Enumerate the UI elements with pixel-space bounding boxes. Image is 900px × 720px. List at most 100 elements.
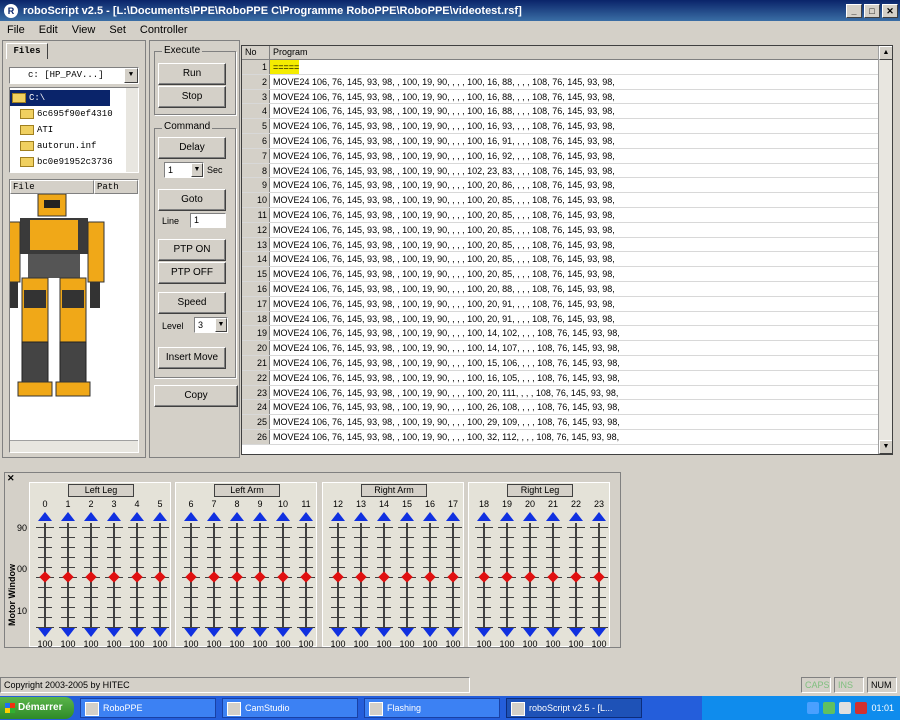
arrow-up-icon[interactable]: [446, 512, 460, 521]
arrow-down-icon[interactable]: [354, 628, 368, 637]
grid-scrollbar[interactable]: ▲ ▼: [878, 46, 892, 454]
table-row[interactable]: 3 MOVE24 106, 76, 145, 93, 98, , 100, 19,…: [242, 89, 892, 105]
arrow-down-icon[interactable]: [230, 628, 244, 637]
path-column-header[interactable]: Path: [94, 180, 138, 194]
chevron-down-icon[interactable]: ▼: [124, 68, 138, 83]
file-column-header[interactable]: File: [10, 180, 94, 194]
arrow-down-icon[interactable]: [38, 628, 52, 637]
tree-item-root[interactable]: C:\: [10, 90, 110, 106]
tray-icon[interactable]: [855, 702, 868, 714]
task-flashing[interactable]: Flashing: [364, 698, 500, 718]
servo-slider[interactable]: 8 100: [226, 499, 248, 649]
program-column-header[interactable]: Program: [270, 46, 892, 59]
arrow-up-icon[interactable]: [184, 512, 198, 521]
servo-slider[interactable]: 1 100: [57, 499, 79, 649]
delay-button[interactable]: Delay: [158, 137, 226, 159]
program-cell[interactable]: MOVE24 106, 76, 145, 93, 98, , 100, 19, …: [270, 341, 620, 355]
arrow-up-icon[interactable]: [130, 512, 144, 521]
slider-knob[interactable]: [569, 573, 583, 583]
arrow-up-icon[interactable]: [592, 512, 606, 521]
goto-button[interactable]: Goto: [158, 189, 226, 211]
arrow-up-icon[interactable]: [107, 512, 121, 521]
arrow-down-icon[interactable]: [276, 628, 290, 637]
program-cell[interactable]: MOVE24 106, 76, 145, 93, 98, , 100, 19, …: [270, 371, 620, 385]
menu-file[interactable]: File: [0, 24, 32, 36]
table-row[interactable]: 1 =====: [242, 60, 892, 75]
table-row[interactable]: 12 MOVE24 106, 76, 145, 93, 98, , 100, 19…: [242, 222, 892, 238]
arrow-up-icon[interactable]: [253, 512, 267, 521]
arrow-down-icon[interactable]: [130, 628, 144, 637]
slider-knob[interactable]: [299, 573, 313, 583]
slider-knob[interactable]: [500, 573, 514, 583]
table-row[interactable]: 22 MOVE24 106, 76, 145, 93, 98, , 100, 19…: [242, 370, 892, 386]
tree-item[interactable]: ATI: [10, 122, 138, 138]
tree-item[interactable]: autorun.inf: [10, 138, 138, 154]
close-button[interactable]: ✕: [882, 3, 898, 18]
slider-knob[interactable]: [523, 573, 537, 583]
file-list-scrollbar[interactable]: [10, 440, 138, 452]
slider-knob[interactable]: [130, 573, 144, 583]
table-row[interactable]: 7 MOVE24 106, 76, 145, 93, 98, , 100, 19,…: [242, 148, 892, 164]
arrow-down-icon[interactable]: [107, 628, 121, 637]
slider-knob[interactable]: [331, 573, 345, 583]
tray-icon[interactable]: [807, 702, 820, 714]
program-cell[interactable]: MOVE24 106, 76, 145, 93, 98, , 100, 19, …: [270, 238, 615, 252]
slider-knob[interactable]: [184, 573, 198, 583]
table-row[interactable]: 11 MOVE24 106, 76, 145, 93, 98, , 100, 19…: [242, 207, 892, 223]
scroll-up-icon[interactable]: ▲: [879, 46, 892, 60]
tree-item[interactable]: bc0e91952c3736: [10, 154, 138, 170]
servo-slider[interactable]: 2 100: [80, 499, 102, 649]
menu-edit[interactable]: Edit: [32, 24, 65, 36]
arrow-down-icon[interactable]: [377, 628, 391, 637]
table-row[interactable]: 20 MOVE24 106, 76, 145, 93, 98, , 100, 19…: [242, 341, 892, 356]
program-cell[interactable]: MOVE24 106, 76, 145, 93, 98, , 100, 19, …: [270, 134, 615, 148]
table-row[interactable]: 10 MOVE24 106, 76, 145, 93, 98, , 100, 19…: [242, 193, 892, 208]
slider-knob[interactable]: [253, 573, 267, 583]
servo-slider[interactable]: 5 100: [149, 499, 171, 649]
arrow-down-icon[interactable]: [184, 628, 198, 637]
table-row[interactable]: 6 MOVE24 106, 76, 145, 93, 98, , 100, 19,…: [242, 133, 892, 149]
slider-knob[interactable]: [546, 573, 560, 583]
menu-controller[interactable]: Controller: [133, 24, 195, 36]
table-row[interactable]: 15 MOVE24 106, 76, 145, 93, 98, , 100, 19…: [242, 267, 892, 282]
insert-move-button[interactable]: Insert Move: [158, 347, 226, 369]
slider-knob[interactable]: [592, 573, 606, 583]
slider-knob[interactable]: [107, 573, 121, 583]
arrow-up-icon[interactable]: [423, 512, 437, 521]
servo-slider[interactable]: 12 100: [327, 499, 349, 649]
slider-knob[interactable]: [61, 573, 75, 583]
slider-knob[interactable]: [207, 573, 221, 583]
program-cell[interactable]: MOVE24 106, 76, 145, 93, 98, , 100, 19, …: [270, 400, 620, 414]
arrow-down-icon[interactable]: [592, 628, 606, 637]
program-cell[interactable]: MOVE24 106, 76, 145, 93, 98, , 100, 19, …: [270, 282, 615, 296]
arrow-down-icon[interactable]: [400, 628, 414, 637]
servo-slider[interactable]: 19 100: [496, 499, 518, 649]
task-roboscript[interactable]: roboScript v2.5 - [L...: [506, 698, 642, 718]
copy-button[interactable]: Copy: [154, 385, 238, 407]
program-cell[interactable]: MOVE24 106, 76, 145, 93, 98, , 100, 19, …: [270, 386, 618, 400]
tree-item[interactable]: 6c695f90ef4310: [10, 106, 138, 122]
slider-knob[interactable]: [377, 573, 391, 583]
slider-knob[interactable]: [153, 573, 167, 583]
arrow-up-icon[interactable]: [61, 512, 75, 521]
arrow-down-icon[interactable]: [477, 628, 491, 637]
slider-knob[interactable]: [400, 573, 414, 583]
program-cell[interactable]: MOVE24 106, 76, 145, 93, 98, , 100, 19, …: [270, 75, 615, 89]
tab-files[interactable]: Files: [6, 43, 48, 59]
arrow-up-icon[interactable]: [276, 512, 290, 521]
program-cell[interactable]: MOVE24 106, 76, 145, 93, 98, , 100, 19, …: [270, 223, 615, 237]
arrow-up-icon[interactable]: [84, 512, 98, 521]
program-cell[interactable]: MOVE24 106, 76, 145, 93, 98, , 100, 19, …: [270, 297, 615, 311]
slider-knob[interactable]: [446, 573, 460, 583]
servo-slider[interactable]: 23 100: [588, 499, 610, 649]
menu-set[interactable]: Set: [102, 24, 133, 36]
arrow-up-icon[interactable]: [38, 512, 52, 521]
table-row[interactable]: 8 MOVE24 106, 76, 145, 93, 98, , 100, 19,…: [242, 163, 892, 179]
program-cell[interactable]: MOVE24 106, 76, 145, 93, 98, , 100, 19, …: [270, 326, 620, 340]
table-row[interactable]: 5 MOVE24 106, 76, 145, 93, 98, , 100, 19,…: [242, 119, 892, 134]
chevron-down-icon[interactable]: ▼: [215, 318, 227, 332]
drive-select[interactable]: c: [HP_PAV...] ▼: [9, 67, 139, 84]
servo-slider[interactable]: 18 100: [473, 499, 495, 649]
servo-slider[interactable]: 14 100: [373, 499, 395, 649]
servo-slider[interactable]: 22 100: [565, 499, 587, 649]
